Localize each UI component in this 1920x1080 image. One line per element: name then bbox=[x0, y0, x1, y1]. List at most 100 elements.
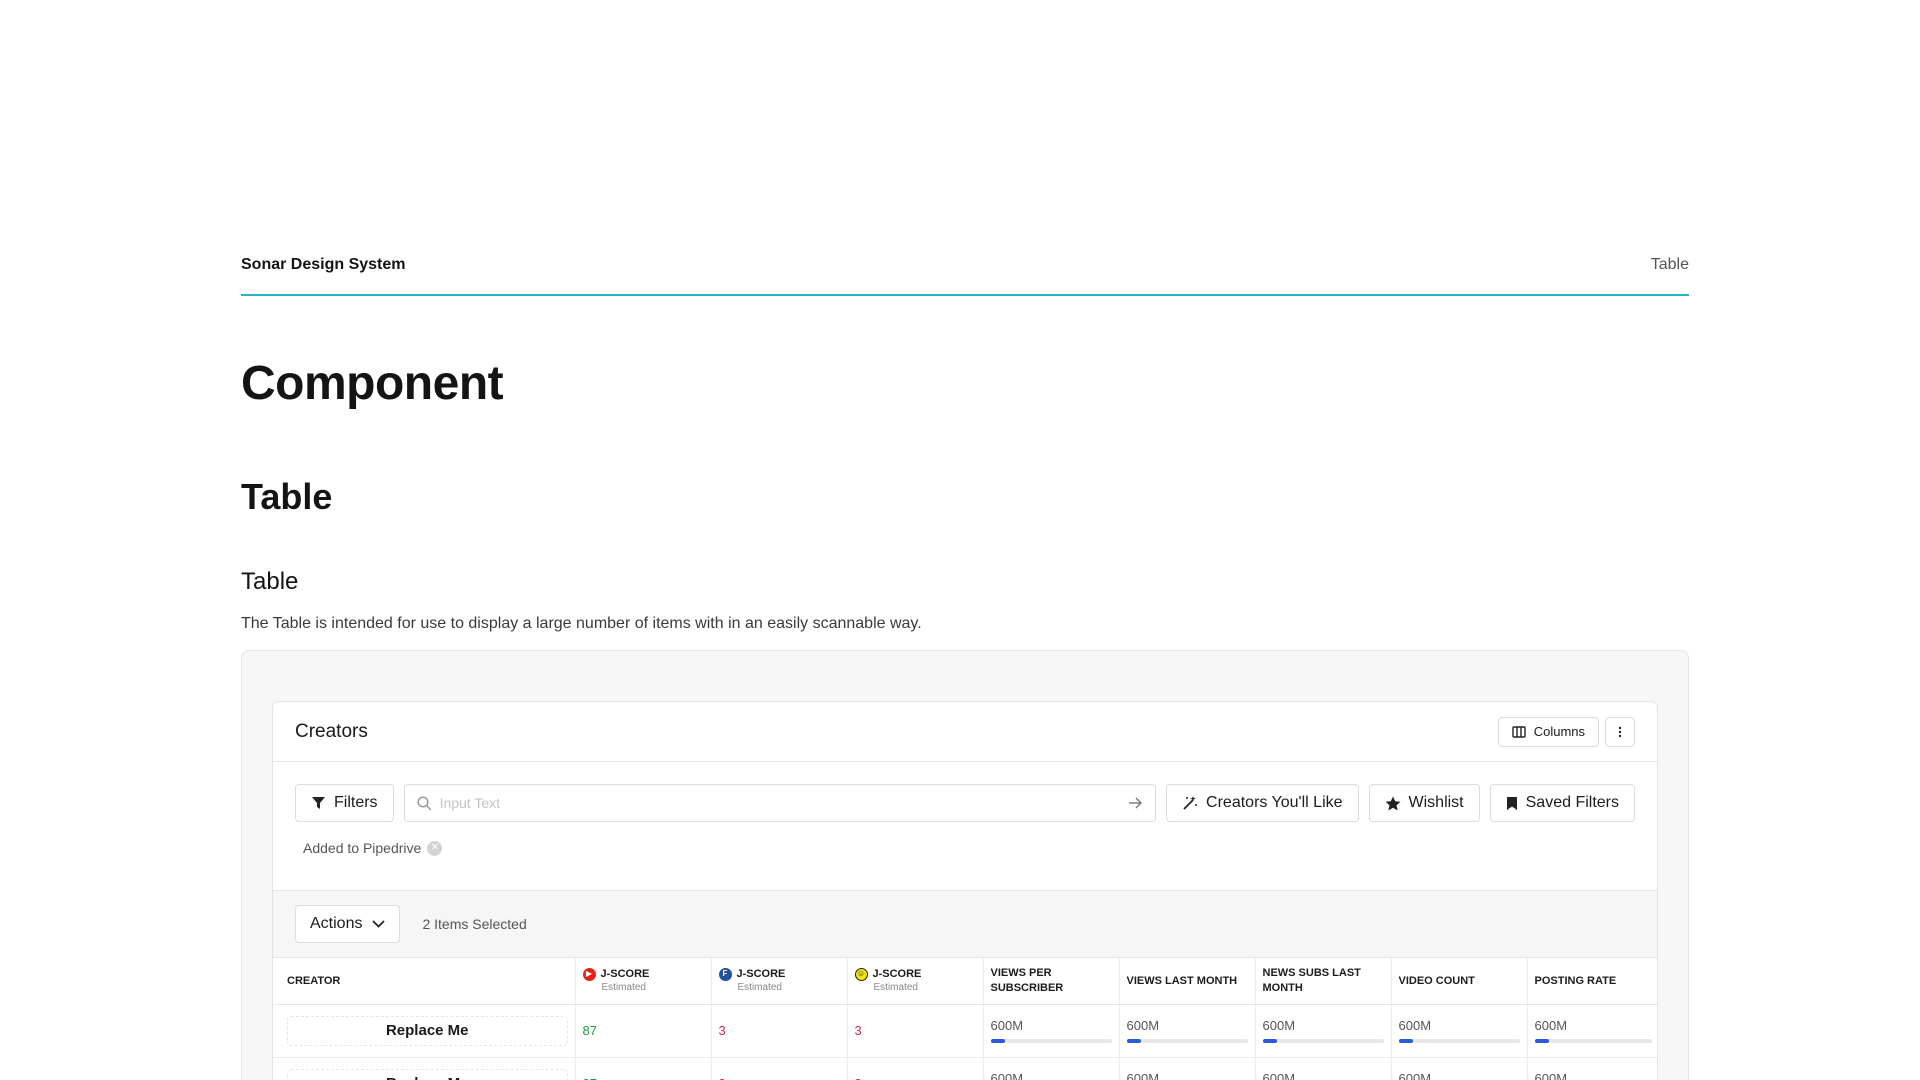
column-header-jscore-snapchat[interactable]: ☺ J-Score Estimated bbox=[846, 958, 983, 1005]
table-header-row: Creator ▶ J-Score Estimated bbox=[273, 958, 1657, 1005]
kebab-icon bbox=[1618, 726, 1622, 737]
creator-name: Replace Me bbox=[287, 1015, 568, 1046]
filter-icon bbox=[312, 797, 325, 809]
active-filter-chips: Added to Pipedrive ✕ bbox=[273, 822, 1657, 870]
jscore-facebook-cell: 3 bbox=[710, 1004, 847, 1058]
actions-dropdown[interactable]: Actions bbox=[295, 905, 401, 943]
column-header-video-count[interactable]: Video Count bbox=[1390, 958, 1527, 1005]
filters-button-label: Filters bbox=[334, 794, 378, 811]
metric-cell: 600M bbox=[1526, 1004, 1657, 1058]
column-header-label: Views per Subscriber bbox=[990, 967, 1064, 994]
metric-value: 600M bbox=[990, 1071, 1024, 1080]
column-header-label: Video Count bbox=[1398, 974, 1475, 987]
column-header-jscore-facebook[interactable]: f J-Score Estimated bbox=[710, 958, 847, 1005]
progress-bar-fill bbox=[1534, 1039, 1549, 1043]
metric-value: 600M bbox=[1126, 1071, 1160, 1080]
metric-cell: 600M bbox=[1254, 1004, 1391, 1058]
star-icon bbox=[1385, 796, 1401, 810]
columns-button[interactable]: Columns bbox=[1497, 716, 1599, 747]
progress-bar bbox=[990, 1039, 1112, 1043]
columns-icon bbox=[1512, 725, 1526, 738]
metric-cell: 600M bbox=[1118, 1004, 1255, 1058]
filter-chip: Added to Pipedrive ✕ bbox=[303, 840, 443, 856]
progress-bar-fill bbox=[1398, 1039, 1414, 1043]
creators-you-like-button[interactable]: Creators You'll Like bbox=[1166, 784, 1359, 822]
facebook-icon: f bbox=[718, 967, 732, 981]
section-title: Table bbox=[241, 476, 333, 517]
column-header-label: J-Score bbox=[736, 968, 786, 981]
metric-cell: 600M bbox=[1390, 1057, 1527, 1080]
snapchat-icon: ☺ bbox=[854, 967, 868, 981]
column-header-jscore-youtube[interactable]: ▶ J-Score Estimated bbox=[574, 958, 711, 1005]
jscore-youtube-cell: 87 bbox=[574, 1004, 711, 1058]
card-header-actions: Columns bbox=[1497, 716, 1635, 747]
metric-value: 600M bbox=[1126, 1018, 1160, 1033]
metric-value: 600M bbox=[1534, 1071, 1568, 1080]
progress-bar bbox=[1262, 1039, 1384, 1043]
creator-cell[interactable]: Replace Me bbox=[273, 1004, 575, 1058]
filter-toolbar: Filters Input Text Creators You'll Like … bbox=[273, 762, 1657, 822]
metric-value: 600M bbox=[1398, 1071, 1432, 1080]
close-icon[interactable]: ✕ bbox=[427, 840, 443, 856]
card-header: Creators Columns bbox=[273, 702, 1657, 762]
metric-cell: 600M bbox=[982, 1057, 1119, 1080]
jscore-youtube-cell: 87 bbox=[574, 1057, 711, 1080]
metric-cell: 600M bbox=[982, 1004, 1119, 1058]
search-input[interactable] bbox=[439, 795, 1121, 811]
creators-card: Creators Columns Filters Input Text Crea… bbox=[272, 701, 1658, 1080]
progress-bar bbox=[1534, 1039, 1652, 1043]
actions-dropdown-label: Actions bbox=[310, 915, 363, 932]
metric-value: 600M bbox=[1262, 1071, 1296, 1080]
column-header-creator[interactable]: Creator bbox=[273, 958, 575, 1005]
more-options-button[interactable] bbox=[1605, 716, 1635, 747]
jscore-facebook-cell: 3 bbox=[710, 1057, 847, 1080]
column-header-label: J-Score bbox=[872, 968, 922, 981]
columns-button-label: Columns bbox=[1533, 724, 1585, 739]
column-header-sublabel: Estimated bbox=[873, 982, 918, 994]
creators-you-like-label: Creators You'll Like bbox=[1206, 794, 1343, 811]
column-header-label: News Subs Last Month bbox=[1262, 967, 1361, 994]
metric-value: 600M bbox=[1534, 1018, 1568, 1033]
progress-bar-fill bbox=[1126, 1039, 1142, 1043]
page-title: Component bbox=[241, 357, 504, 410]
column-header-sublabel: Estimated bbox=[737, 982, 782, 994]
metric-cell: 600M bbox=[1390, 1004, 1527, 1058]
metric-cell: 600M bbox=[1254, 1057, 1391, 1080]
jscore-snapchat-cell: 3 bbox=[846, 1004, 983, 1058]
wishlist-label: Wishlist bbox=[1408, 794, 1464, 811]
creator-cell[interactable]: Replace Me bbox=[273, 1057, 575, 1080]
jscore-snapchat-cell: 3 bbox=[846, 1057, 983, 1080]
filter-chip-label: Added to Pipedrive bbox=[303, 840, 422, 856]
column-header-label: Posting Rate bbox=[1534, 974, 1617, 987]
bulk-actions-bar: Actions 2 Items Selected bbox=[273, 890, 1657, 958]
section-description: The Table is intended for use to display… bbox=[241, 615, 922, 632]
brand-title: Sonar Design System bbox=[241, 256, 406, 273]
wishlist-button[interactable]: Wishlist bbox=[1368, 784, 1480, 822]
column-header-sublabel: Estimated bbox=[601, 982, 646, 994]
saved-filters-button[interactable]: Saved Filters bbox=[1489, 784, 1635, 822]
search-box bbox=[403, 784, 1157, 822]
metric-value: 600M bbox=[1398, 1018, 1432, 1033]
column-header-posting-rate[interactable]: Posting Rate bbox=[1526, 958, 1657, 1005]
column-header-views-per-subscriber[interactable]: Views per Subscriber bbox=[982, 958, 1119, 1005]
table-row[interactable]: Replace Me 87 3 3 600M 600M 600M 600M 60… bbox=[273, 1057, 1657, 1080]
arrow-right-icon[interactable] bbox=[1128, 797, 1143, 809]
card-title: Creators bbox=[295, 720, 368, 742]
column-header-label: Creator bbox=[287, 974, 341, 987]
progress-bar-fill bbox=[1262, 1039, 1278, 1043]
column-header-news-subs-last-month[interactable]: News Subs Last Month bbox=[1254, 958, 1391, 1005]
creator-name: Replace Me bbox=[287, 1068, 568, 1080]
table-row[interactable]: Replace Me 87 3 3 600M 600M 600M 600M 60… bbox=[273, 1004, 1657, 1058]
youtube-icon: ▶ bbox=[582, 967, 596, 981]
search-icon bbox=[417, 795, 432, 811]
chevron-down-icon bbox=[372, 920, 386, 928]
progress-bar bbox=[1126, 1039, 1248, 1043]
column-header-views-last-month[interactable]: Views Last Month bbox=[1118, 958, 1255, 1005]
filters-button[interactable]: Filters bbox=[295, 784, 394, 822]
subsection-title: Table bbox=[241, 568, 299, 595]
top-bar: Sonar Design System Table bbox=[241, 256, 1689, 296]
progress-bar bbox=[1398, 1039, 1520, 1043]
breadcrumb[interactable]: Table bbox=[1651, 256, 1689, 274]
column-header-label: J-Score bbox=[600, 968, 650, 981]
creators-table: Creator ▶ J-Score Estimated bbox=[273, 958, 1657, 1080]
